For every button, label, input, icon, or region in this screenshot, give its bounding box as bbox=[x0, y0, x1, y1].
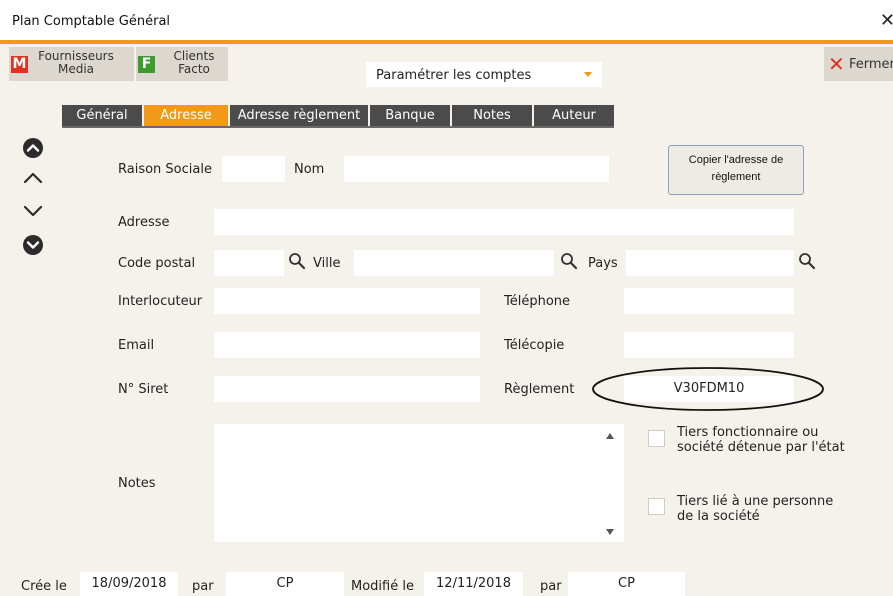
notes-label: Notes bbox=[118, 476, 156, 491]
cree-le-date: 18/09/2018 bbox=[80, 572, 178, 596]
cree-le-label: Crée le bbox=[21, 579, 67, 594]
par-label-2: par bbox=[540, 579, 562, 594]
code-postal-label: Code postal bbox=[118, 256, 196, 271]
notes-textarea[interactable] bbox=[214, 424, 624, 542]
par-label-1: par bbox=[192, 579, 214, 594]
fermer-button[interactable]: ✕ Fermer bbox=[824, 47, 893, 81]
telecopie-input[interactable] bbox=[624, 332, 794, 358]
reglement-label: Règlement bbox=[504, 382, 575, 397]
pays-input[interactable] bbox=[626, 250, 794, 276]
tab-adresse[interactable]: Adresse bbox=[144, 105, 228, 127]
tab-banque[interactable]: Banque bbox=[370, 105, 450, 127]
media-label: Media bbox=[57, 62, 95, 76]
telephone-input[interactable] bbox=[624, 288, 794, 314]
window-title: Plan Comptable Général bbox=[12, 14, 171, 29]
previous-record-icon[interactable] bbox=[22, 167, 44, 189]
dropdown-arrow-icon bbox=[584, 72, 592, 77]
reglement-highlight-ellipse bbox=[592, 367, 824, 411]
tiers-lie-checkbox[interactable] bbox=[648, 498, 665, 515]
copy-address-line1: Copier l'adresse de bbox=[688, 154, 784, 166]
last-record-icon[interactable] bbox=[22, 234, 44, 256]
scroll-up-icon[interactable] bbox=[605, 432, 615, 440]
close-red-icon: ✕ bbox=[828, 52, 845, 76]
pays-label: Pays bbox=[588, 256, 618, 271]
code-postal-search-icon[interactable] bbox=[288, 252, 306, 270]
account-parameter-select[interactable]: Paramétrer les comptes bbox=[366, 62, 602, 87]
close-icon[interactable]: ✕ bbox=[880, 10, 893, 31]
ville-label: Ville bbox=[313, 256, 341, 271]
siret-input[interactable] bbox=[214, 376, 480, 402]
nom-label: Nom bbox=[294, 162, 325, 177]
tiers-fonctionnaire-label-line2: société détenue par l'état bbox=[677, 440, 845, 455]
ville-search-icon[interactable] bbox=[560, 252, 578, 270]
tiers-fonctionnaire-checkbox[interactable] bbox=[648, 430, 665, 447]
tiers-lie-label-line2: de la société bbox=[677, 509, 760, 524]
account-parameter-value: Paramétrer les comptes bbox=[376, 68, 532, 83]
tab-general[interactable]: Général bbox=[62, 105, 142, 127]
telecopie-label: Télécopie bbox=[504, 338, 565, 353]
tiers-fonctionnaire-label-line1: Tiers fonctionnaire ou bbox=[677, 425, 819, 440]
tab-adresse-reglement[interactable]: Adresse règlement bbox=[230, 105, 368, 127]
raison-sociale-input[interactable] bbox=[222, 156, 285, 182]
scroll-down-icon[interactable] bbox=[605, 528, 615, 536]
raison-sociale-label: Raison Sociale bbox=[118, 162, 212, 177]
siret-label: N° Siret bbox=[118, 382, 169, 397]
next-record-icon[interactable] bbox=[22, 200, 44, 222]
telephone-label: Téléphone bbox=[504, 294, 571, 309]
cree-par-user: CP bbox=[226, 572, 344, 596]
title-bar: Plan Comptable Général ✕ bbox=[0, 0, 893, 40]
modifie-par-user: CP bbox=[568, 572, 685, 596]
fournisseurs-m-icon: M bbox=[11, 56, 28, 73]
email-label: Email bbox=[118, 338, 155, 353]
adresse-input[interactable] bbox=[214, 209, 794, 235]
interlocuteur-input[interactable] bbox=[214, 288, 480, 314]
tiers-lie-label-line1: Tiers lié à une personne bbox=[677, 494, 834, 509]
fermer-label: Fermer bbox=[849, 57, 893, 72]
facto-label: Facto bbox=[178, 62, 210, 76]
title-accent-line bbox=[0, 40, 893, 44]
email-input[interactable] bbox=[214, 332, 480, 358]
tab-notes[interactable]: Notes bbox=[452, 105, 532, 127]
adresse-label: Adresse bbox=[118, 215, 170, 230]
clients-f-icon: F bbox=[138, 56, 155, 73]
copy-address-line2: règlement bbox=[711, 171, 761, 183]
ville-input[interactable] bbox=[354, 250, 554, 276]
first-record-icon[interactable] bbox=[22, 137, 44, 159]
clients-facto-button[interactable]: F Clients Facto bbox=[136, 47, 228, 81]
interlocuteur-label: Interlocuteur bbox=[118, 294, 203, 309]
modifie-le-date: 12/11/2018 bbox=[424, 572, 523, 596]
nom-input[interactable] bbox=[344, 156, 609, 182]
code-postal-input[interactable] bbox=[214, 250, 284, 276]
fournisseurs-media-button[interactable]: M Fournisseurs Media bbox=[9, 47, 134, 81]
tab-underline bbox=[62, 126, 614, 128]
copy-address-button[interactable]: Copier l'adresse de règlement bbox=[668, 145, 804, 195]
modifie-le-label: Modifié le bbox=[351, 579, 414, 594]
tab-auteur[interactable]: Auteur bbox=[534, 105, 614, 127]
pays-search-icon[interactable] bbox=[798, 252, 816, 270]
